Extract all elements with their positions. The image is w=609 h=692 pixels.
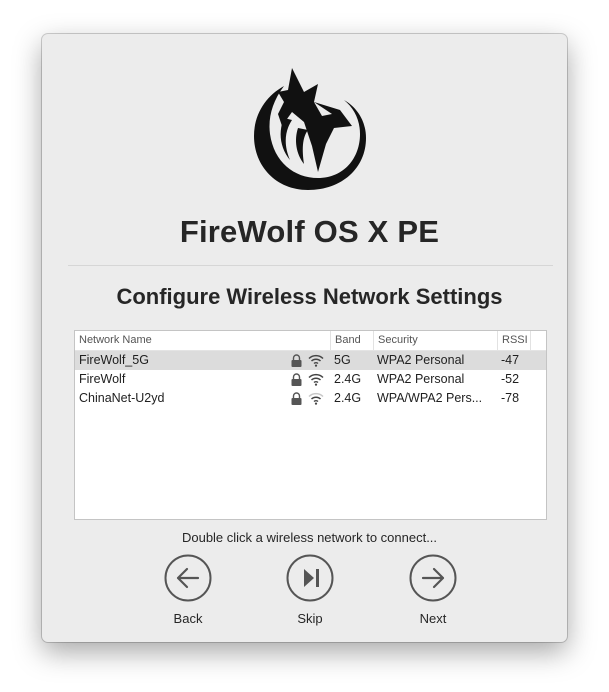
back-label: Back [173, 611, 203, 626]
table-row[interactable]: FireWolf_5G 5G WPA2 Personal -47 [75, 351, 546, 370]
network-band: 2.4G [334, 391, 362, 405]
next-button[interactable]: Next [393, 554, 473, 630]
network-security: WPA2 Personal [377, 353, 465, 367]
skip-label: Skip [297, 611, 323, 626]
page-title: Configure Wireless Network Settings [116, 284, 503, 309]
lock-icon [291, 373, 302, 386]
network-band: 2.4G [334, 372, 362, 386]
lock-icon [291, 392, 302, 405]
next-label: Next [419, 611, 447, 626]
network-table[interactable]: Network Name Band Security RSSI FireWolf… [74, 330, 547, 520]
column-header-filler [530, 331, 546, 350]
table-row[interactable]: FireWolf 2.4G WPA2 Personal -52 [75, 370, 546, 389]
network-security: WPA/WPA2 Pers... [377, 391, 483, 405]
arrow-right-circle-icon [409, 554, 457, 602]
wifi-icon [308, 354, 324, 367]
table-row[interactable]: ChinaNet-U2yd 2.4G WPA/WPA2 Pers... -78 [75, 389, 546, 408]
skip-forward-circle-icon [286, 554, 334, 602]
network-name: FireWolf [79, 372, 126, 386]
column-header-band[interactable]: Band [330, 331, 373, 350]
network-name: FireWolf_5G [79, 353, 149, 367]
network-security: WPA2 Personal [377, 372, 465, 386]
network-name: ChinaNet-U2yd [79, 391, 165, 405]
skip-button[interactable]: Skip [270, 554, 350, 630]
network-rssi: -52 [501, 372, 520, 386]
lock-icon [291, 354, 302, 367]
wifi-icon [308, 392, 324, 405]
column-header-name[interactable]: Network Name [75, 331, 330, 350]
setup-window: FireWolf OS X PE Configure Wireless Netw… [42, 34, 567, 642]
back-button[interactable]: Back [148, 554, 228, 630]
network-rssi: -47 [501, 353, 520, 367]
divider [68, 265, 553, 266]
wolf-logo-icon [254, 68, 366, 190]
wifi-icon [308, 373, 324, 386]
column-header-rssi[interactable]: RSSI [497, 331, 530, 350]
column-header-security[interactable]: Security [373, 331, 497, 350]
arrow-left-circle-icon [164, 554, 212, 602]
network-band: 5G [334, 353, 351, 367]
table-header: Network Name Band Security RSSI [75, 331, 546, 351]
app-title: FireWolf OS X PE [179, 214, 440, 249]
network-rssi: -78 [501, 391, 520, 405]
connect-hint: Double click a wireless network to conne… [181, 530, 438, 545]
